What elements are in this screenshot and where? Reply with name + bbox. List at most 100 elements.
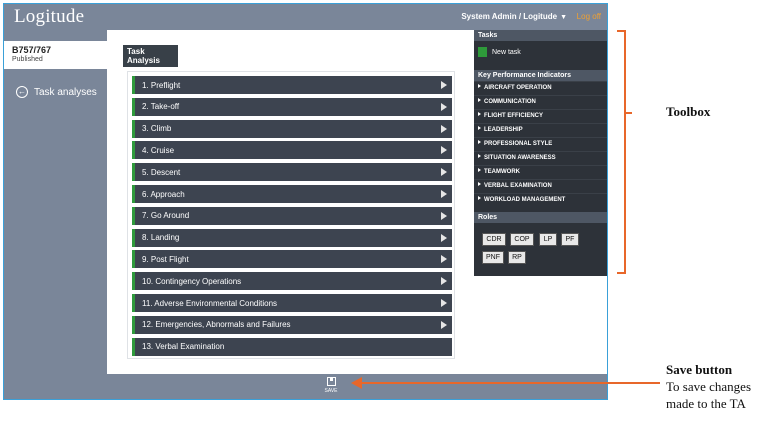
task-label: 6. Approach [142, 189, 185, 199]
kpi-list: AIRCRAFT OPERATION COMMUNICATION FLIGHT EF… [474, 81, 607, 207]
task-row[interactable]: 12. Emergencies, Abnormals and Failures [132, 315, 452, 334]
task-label: 5. Descent [142, 167, 181, 177]
logoff-link[interactable]: Log off [577, 12, 601, 21]
back-arrow-icon: ← [16, 86, 28, 98]
floppy-disk-icon [326, 377, 336, 386]
kpi-label: COMMUNICATION [484, 99, 536, 105]
caret-right-icon [478, 84, 481, 88]
aircraft-name: B757/767 [12, 45, 52, 55]
task-row[interactable]: 13. Verbal Examination [132, 337, 452, 356]
roles-header: Roles [474, 212, 607, 223]
play-icon[interactable] [441, 102, 447, 111]
kpi-item[interactable]: TEAMWORK [474, 165, 607, 179]
caret-right-icon [478, 98, 481, 102]
toolbox-annotation: Toolbox [666, 104, 711, 119]
play-icon[interactable] [441, 299, 447, 307]
role-chip[interactable]: LP [539, 233, 557, 246]
task-label: 4. Cruise [142, 145, 175, 155]
task-list: 1. Preflight 2. Take-off 3. Climb 4. Cruise… [127, 71, 455, 359]
play-icon[interactable] [441, 190, 447, 198]
task-label: 13. Verbal Examination [142, 342, 225, 352]
task-row[interactable]: 11. Adverse Environmental Conditions [132, 294, 452, 312]
kpi-item[interactable]: COMMUNICATION [474, 95, 607, 109]
task-analyses-label: Task analyses [34, 86, 97, 98]
kpi-item[interactable]: FLIGHT EFFICIENCY [474, 109, 607, 123]
play-icon[interactable] [441, 233, 447, 242]
task-row[interactable]: 8. Landing [132, 228, 452, 247]
roles-section: Roles CDR COP LP PF PNF RP [474, 212, 607, 276]
kpi-item[interactable]: LEADERSHIP [474, 123, 607, 137]
task-label: 8. Landing [142, 233, 180, 243]
task-row[interactable]: 1. Preflight [132, 76, 452, 94]
app-logo: Logitude [14, 6, 85, 27]
play-icon[interactable] [441, 81, 447, 89]
task-row[interactable]: 4. Cruise [132, 141, 452, 160]
chevron-down-icon: ▼ [560, 14, 567, 21]
kpi-header: Key Performance Indicators [474, 70, 607, 81]
task-row[interactable]: 2. Take-off [132, 97, 452, 116]
kpi-label: SITUATION AWARENESS [484, 155, 556, 161]
kpi-label: LEADERSHIP [484, 127, 523, 133]
kpi-label: AIRCRAFT OPERATION [484, 85, 552, 91]
kpi-item[interactable]: WORKLOAD MANAGEMENT [474, 193, 607, 207]
task-row[interactable]: 7. Go Around [132, 206, 452, 225]
role-chip[interactable]: PNF [482, 251, 504, 264]
play-icon[interactable] [441, 255, 447, 264]
user-menu[interactable]: System Admin / Logitude ▼ [461, 12, 567, 21]
toolbox-panel: Tasks New task Key Performance Indicator… [474, 30, 607, 276]
play-icon[interactable] [441, 168, 447, 177]
task-label: 1. Preflight [142, 80, 181, 90]
task-row[interactable]: 6. Approach [132, 185, 452, 203]
aircraft-card[interactable]: B757/767 Published [4, 41, 107, 69]
kpi-item[interactable]: SITUATION AWARENESS [474, 151, 607, 165]
new-task-item[interactable]: New task [478, 47, 521, 57]
task-label: 3. Climb [142, 124, 172, 134]
page-title: Task Analysis [123, 45, 178, 67]
save-label: SAVE [324, 388, 338, 394]
save-arrow [351, 377, 660, 389]
save-annotation-line2: made to the TA [666, 396, 746, 411]
kpi-item[interactable]: PROFESSIONAL STYLE [474, 137, 607, 151]
save-button[interactable]: SAVE [322, 377, 340, 394]
kpi-item[interactable]: VERBAL EXAMINATION [474, 179, 607, 193]
caret-right-icon [478, 182, 481, 186]
caret-right-icon [478, 168, 481, 172]
caret-right-icon [478, 140, 481, 144]
task-row[interactable]: 10. Contingency Operations [132, 272, 452, 291]
user-menu-label: System Admin / Logitude [461, 12, 558, 21]
role-chip[interactable]: PF [561, 233, 579, 246]
kpi-label: VERBAL EXAMINATION [484, 183, 552, 189]
kpi-label: FLIGHT EFFICIENCY [484, 113, 543, 119]
play-icon[interactable] [441, 124, 447, 133]
save-annotation-title: Save button [666, 362, 733, 377]
caret-right-icon [478, 196, 481, 200]
caret-right-icon [478, 112, 481, 116]
new-task-icon [478, 47, 487, 57]
task-analyses-link[interactable]: ← Task analyses [16, 86, 97, 98]
task-label: 2. Take-off [142, 102, 180, 112]
top-bar: Logitude System Admin / Logitude ▼ Log of… [4, 4, 607, 30]
task-row[interactable]: 9. Post Flight [132, 250, 452, 269]
task-label: 7. Go Around [142, 211, 190, 221]
task-row[interactable]: 5. Descent [132, 163, 452, 182]
task-label: 9. Post Flight [142, 254, 189, 264]
kpi-label: WORKLOAD MANAGEMENT [484, 197, 566, 203]
kpi-item[interactable]: AIRCRAFT OPERATION [474, 81, 607, 95]
play-icon[interactable] [441, 320, 447, 329]
play-icon[interactable] [441, 146, 447, 155]
role-chip[interactable]: CDR [482, 233, 506, 246]
tasks-section: Tasks New task [474, 30, 607, 65]
save-annotation: Save button To save changes made to the … [666, 361, 751, 412]
role-chip[interactable]: RP [508, 251, 526, 264]
play-icon[interactable] [441, 277, 447, 286]
tasks-header: Tasks [474, 30, 607, 41]
role-chip[interactable]: COP [510, 233, 534, 246]
task-label: 11. Adverse Environmental Conditions [142, 298, 278, 308]
kpi-label: PROFESSIONAL STYLE [484, 141, 553, 147]
task-row[interactable]: 3. Climb [132, 119, 452, 138]
save-annotation-line1: To save changes [666, 379, 752, 394]
play-icon[interactable] [441, 211, 447, 220]
aircraft-status: Published [12, 56, 43, 63]
sidebar: B757/767 Published ← Task analyses [4, 41, 107, 371]
kpi-label: TEAMWORK [484, 169, 520, 175]
